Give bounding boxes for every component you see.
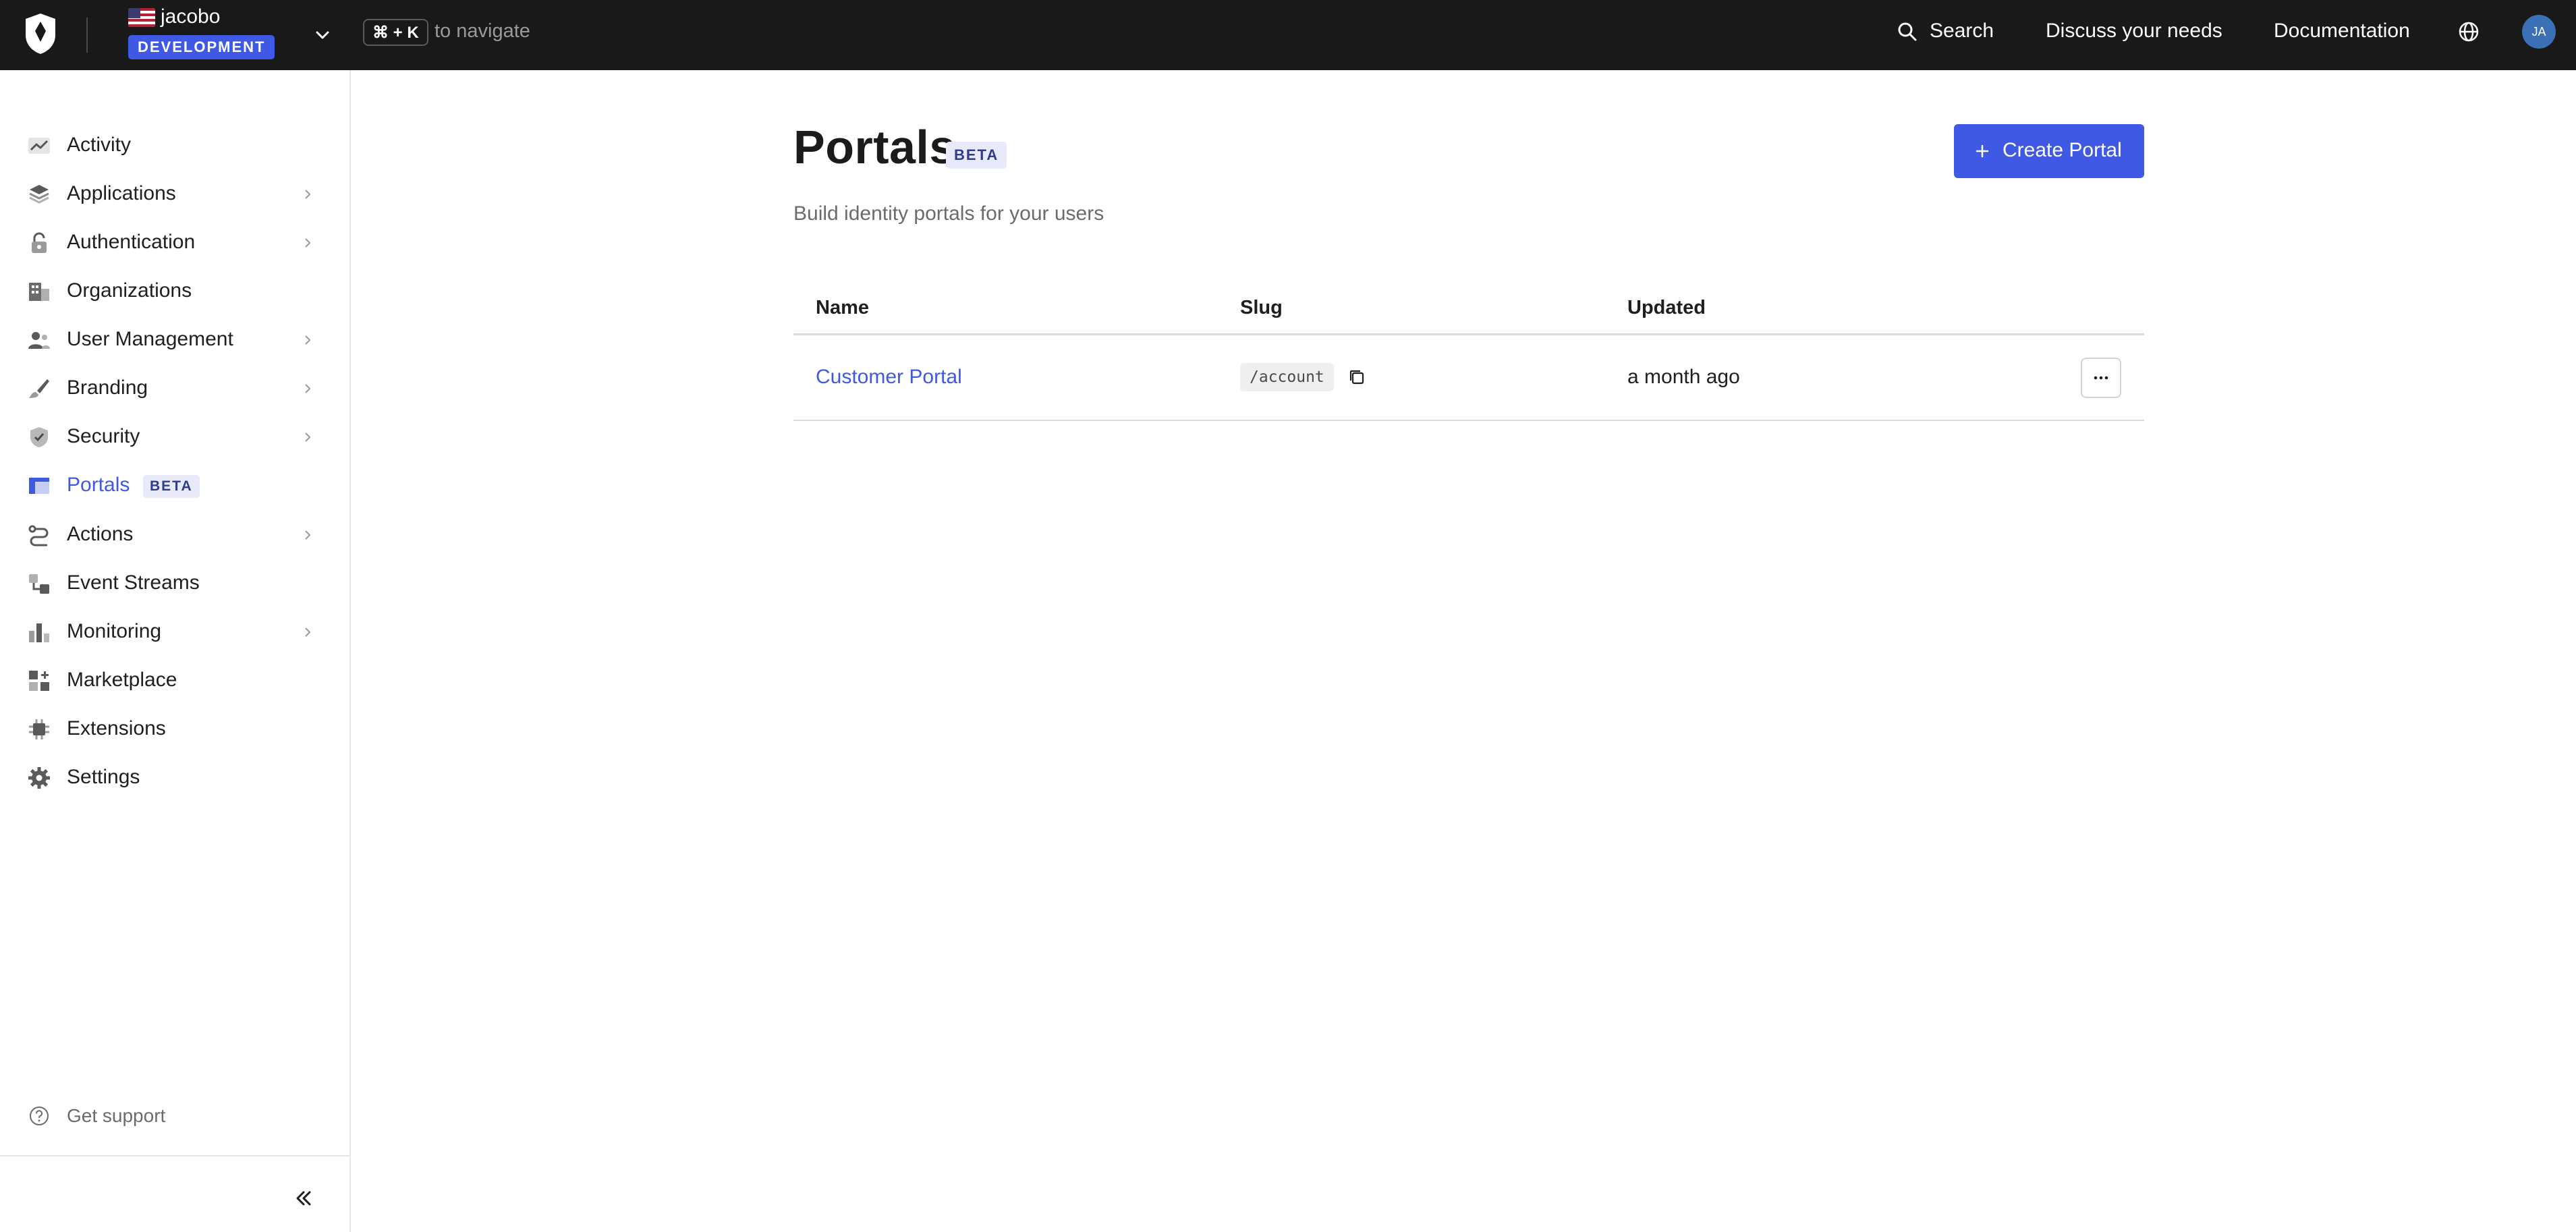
collapse-sidebar-icon[interactable]	[290, 1185, 317, 1212]
puzzle-icon	[29, 719, 49, 739]
portal-icon	[29, 478, 49, 494]
sidebar-item-label: Security	[67, 425, 140, 447]
sidebar-item-marketplace[interactable]: Marketplace	[0, 659, 349, 702]
sidebar-item-applications[interactable]: Applications	[0, 173, 349, 216]
table-row-divider	[793, 420, 2144, 421]
beta-badge: BETA	[143, 475, 200, 498]
divider	[0, 1155, 349, 1156]
chevron-right-icon	[305, 432, 311, 442]
chevron-right-icon	[305, 238, 311, 248]
sidebar-item-label: Monitoring	[67, 620, 162, 642]
sidebar-item-portals[interactable]: Portals BETA	[0, 464, 349, 507]
sidebar-item-monitoring[interactable]: Monitoring	[0, 611, 349, 654]
shield-icon	[30, 427, 48, 447]
sidebar-item-label: Applications	[67, 182, 176, 204]
bar-chart-icon	[29, 623, 49, 642]
chevron-right-icon	[305, 627, 311, 637]
sidebar-item-label: User Management	[67, 328, 233, 350]
sidebar-item-event-streams[interactable]: Event Streams	[0, 562, 349, 605]
copy-icon[interactable]	[1347, 367, 1367, 387]
sidebar-item-label: Extensions	[67, 717, 166, 739]
sidebar-item-actions[interactable]: Actions	[0, 513, 349, 557]
divider	[86, 18, 88, 53]
sidebar-item-security[interactable]: Security	[0, 416, 349, 459]
sidebar: Activity Applications Authentication Org…	[0, 70, 351, 1232]
actions-icon	[28, 525, 49, 547]
sidebar-item-settings[interactable]: Settings	[0, 756, 349, 800]
sidebar-item-extensions[interactable]: Extensions	[0, 708, 349, 751]
beta-badge: BETA	[946, 142, 1007, 169]
sidebar-item-organizations[interactable]: Organizations	[0, 270, 349, 313]
page-title: Portals	[793, 121, 956, 173]
create-portal-button[interactable]: Create Portal	[1954, 124, 2144, 178]
lock-icon	[32, 232, 47, 253]
keyboard-shortcut: ⌘ + K	[363, 19, 428, 46]
help-circle-icon	[30, 1107, 49, 1125]
get-support-link[interactable]: Get support	[0, 1096, 349, 1136]
avatar[interactable]: JA	[2522, 15, 2556, 49]
search-icon[interactable]	[1896, 20, 1919, 43]
page-subtitle: Build identity portals for your users	[793, 202, 1104, 225]
users-icon	[28, 332, 50, 349]
column-header-updated: Updated	[1627, 297, 1706, 318]
environment-badge: DEVELOPMENT	[128, 35, 275, 59]
shortcut-hint: to navigate	[435, 20, 530, 42]
column-header-slug: Slug	[1240, 297, 1283, 318]
sidebar-item-label: Organizations	[67, 279, 192, 302]
gear-icon	[28, 767, 50, 789]
activity-icon	[28, 138, 50, 154]
sidebar-item-label: Event Streams	[67, 571, 200, 594]
portal-slug: /account	[1240, 363, 1334, 391]
tenant-name[interactable]: jacobo	[161, 5, 220, 28]
sidebar-item-label: Branding	[67, 376, 148, 399]
sidebar-item-label: Settings	[67, 766, 140, 788]
globe-icon[interactable]	[2456, 19, 2482, 45]
row-actions-button[interactable]	[2081, 358, 2121, 398]
discuss-needs-link[interactable]: Discuss your needs	[2046, 20, 2222, 43]
plus-icon	[1976, 144, 1989, 158]
get-support-label: Get support	[67, 1105, 166, 1126]
column-header-name: Name	[816, 297, 869, 318]
sidebar-item-user-management[interactable]: User Management	[0, 318, 349, 362]
building-icon	[29, 283, 49, 301]
us-flag-icon	[128, 8, 155, 27]
event-streams-icon	[29, 574, 49, 594]
portal-name-link[interactable]: Customer Portal	[816, 366, 962, 389]
sidebar-item-activity[interactable]: Activity	[0, 124, 349, 167]
applications-icon	[29, 185, 49, 204]
chevron-right-icon	[305, 190, 311, 199]
sidebar-item-label: Actions	[67, 523, 134, 545]
portal-updated: a month ago	[1627, 366, 1740, 388]
top-bar: jacobo DEVELOPMENT ⌘ + K to navigate Sea…	[0, 0, 2576, 70]
sidebar-item-authentication[interactable]: Authentication	[0, 221, 349, 264]
brush-icon	[29, 379, 49, 398]
search-button[interactable]: Search	[1930, 20, 1994, 43]
chevron-down-icon[interactable]	[312, 24, 333, 46]
more-horizontal-icon	[2094, 376, 2108, 380]
documentation-link[interactable]: Documentation	[2274, 20, 2410, 43]
chevron-right-icon	[305, 384, 311, 393]
table-header-divider	[793, 333, 2144, 335]
sidebar-item-branding[interactable]: Branding	[0, 367, 349, 410]
chevron-right-icon	[305, 335, 311, 345]
sidebar-item-label: Marketplace	[67, 669, 177, 691]
chevron-right-icon	[305, 530, 311, 540]
create-portal-label: Create Portal	[2003, 139, 2122, 161]
marketplace-icon	[29, 671, 49, 691]
sidebar-item-label: Activity	[67, 134, 132, 156]
sidebar-item-label: Authentication	[67, 231, 196, 253]
sidebar-item-label: Portals	[67, 474, 130, 496]
shield-logo-icon[interactable]	[23, 12, 58, 55]
